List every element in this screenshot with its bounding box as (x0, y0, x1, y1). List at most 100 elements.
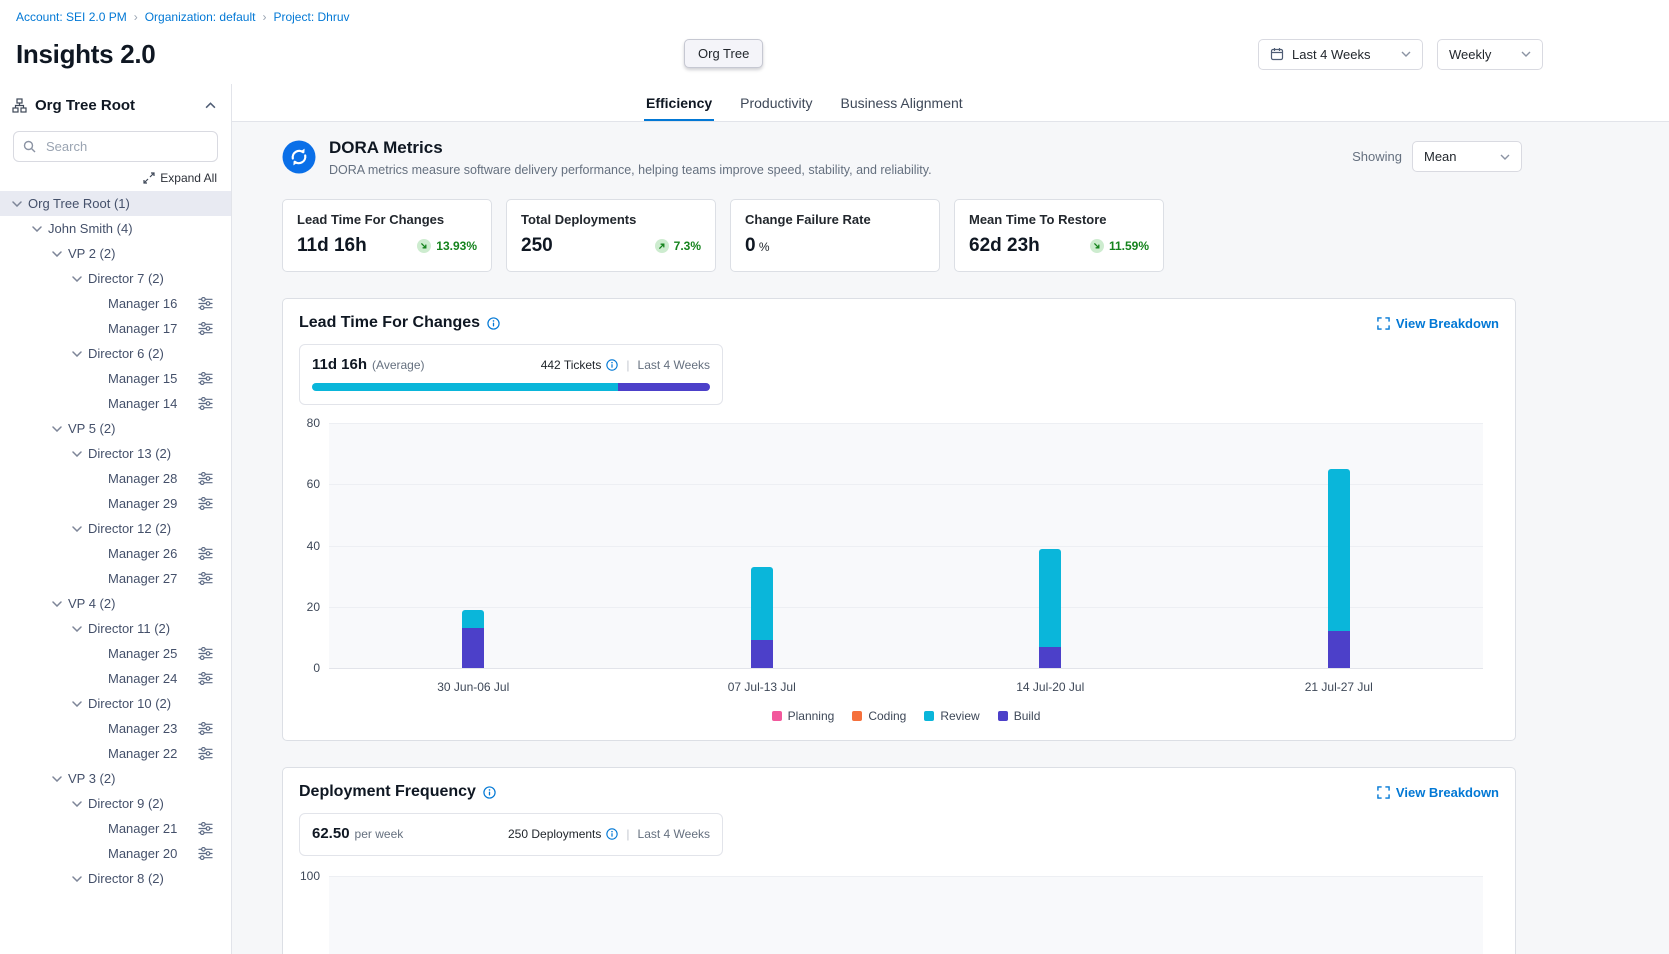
showing-select[interactable]: Mean (1412, 141, 1522, 172)
tree-item-label: Manager 26 (108, 546, 177, 561)
interval-select[interactable]: Weekly (1437, 39, 1543, 70)
tree-item-label: Manager 16 (108, 296, 177, 311)
tab-efficiency[interactable]: Efficiency (644, 84, 714, 121)
bar-30-jun-06-jul[interactable] (329, 423, 618, 668)
breadcrumb-link[interactable]: Project: Dhruv (273, 10, 349, 24)
breadcrumb-separator: › (134, 10, 138, 24)
metric-card-title: Total Deployments (521, 212, 701, 227)
tree-item-vp-5-2[interactable]: VP 5 (2) (0, 416, 231, 441)
bar-14-jul-20-jul[interactable] (906, 423, 1195, 668)
filter-icon[interactable] (198, 822, 213, 835)
tab-business-alignment[interactable]: Business Alignment (839, 84, 965, 121)
search-icon (23, 140, 36, 153)
chevron-down-icon (52, 251, 62, 257)
tree-item-john-smith-4[interactable]: John Smith (4) (0, 216, 231, 241)
tree-item-vp-2-2[interactable]: VP 2 (2) (0, 241, 231, 266)
legend-label: Build (1014, 709, 1041, 723)
tree-item-manager-26[interactable]: Manager 26 (0, 541, 231, 566)
tree-item-manager-17[interactable]: Manager 17 (0, 316, 231, 341)
chevron-down-icon (52, 776, 62, 782)
tree-item-org-tree-root-1[interactable]: Org Tree Root (1) (0, 191, 231, 216)
tree-item-manager-16[interactable]: Manager 16 (0, 291, 231, 316)
title-row: Insights 2.0 Org Tree Last 4 Weeks Weekl… (0, 24, 1669, 84)
info-icon[interactable] (483, 786, 496, 799)
x-tick-label: 30 Jun-06 Jul (329, 680, 618, 694)
breadcrumb-link[interactable]: Organization: default (145, 10, 256, 24)
date-range-select[interactable]: Last 4 Weeks (1258, 39, 1423, 70)
tree-item-director-9-2[interactable]: Director 9 (2) (0, 791, 231, 816)
page-title: Insights 2.0 (16, 39, 155, 70)
sidebar: Org Tree Root Expand All Org Tree Root (… (0, 84, 232, 954)
tree-item-manager-21[interactable]: Manager 21 (0, 816, 231, 841)
tree-item-director-11-2[interactable]: Director 11 (2) (0, 616, 231, 641)
metric-card-title: Change Failure Rate (745, 212, 925, 227)
tree-item-label: Director 8 (2) (88, 871, 164, 886)
tab-productivity[interactable]: Productivity (738, 84, 814, 121)
tree-item-manager-28[interactable]: Manager 28 (0, 466, 231, 491)
metric-card-title: Lead Time For Changes (297, 212, 477, 227)
info-icon[interactable] (606, 828, 618, 840)
filter-icon[interactable] (198, 722, 213, 735)
legend-item-build[interactable]: Build (998, 709, 1041, 723)
bar-21-jul-27-jul[interactable] (1195, 423, 1484, 668)
tree-item-director-8-2[interactable]: Director 8 (2) (0, 866, 231, 891)
bar-segment-build (1328, 631, 1350, 668)
lead-chart-legend: Planning Coding Review Build (329, 709, 1483, 723)
deployment-view-breakdown[interactable]: View Breakdown (1377, 785, 1499, 800)
breadcrumb-link[interactable]: Account: SEI 2.0 PM (16, 10, 127, 24)
filter-icon[interactable] (198, 322, 213, 335)
expand-all-button[interactable]: Expand All (14, 171, 217, 185)
filter-icon[interactable] (198, 472, 213, 485)
legend-item-coding[interactable]: Coding (852, 709, 906, 723)
tree-item-director-7-2[interactable]: Director 7 (2) (0, 266, 231, 291)
filter-icon[interactable] (198, 297, 213, 310)
tree-item-director-12-2[interactable]: Director 12 (2) (0, 516, 231, 541)
search-input[interactable] (13, 131, 218, 162)
summary-count: 442 Tickets (541, 358, 602, 372)
tree-item-manager-24[interactable]: Manager 24 (0, 666, 231, 691)
filter-icon[interactable] (198, 747, 213, 760)
bar-07-jul-13-jul[interactable] (618, 423, 907, 668)
tree-item-label: Director 12 (2) (88, 521, 171, 536)
metric-card-title: Mean Time To Restore (969, 212, 1149, 227)
info-icon[interactable] (487, 317, 500, 330)
tree-item-manager-15[interactable]: Manager 15 (0, 366, 231, 391)
metric-card-value: 62d 23h (969, 235, 1040, 257)
filter-icon[interactable] (198, 547, 213, 560)
legend-item-planning[interactable]: Planning (772, 709, 835, 723)
filter-icon[interactable] (198, 397, 213, 410)
tree-item-manager-14[interactable]: Manager 14 (0, 391, 231, 416)
filter-icon[interactable] (198, 372, 213, 385)
tree-item-vp-4-2[interactable]: VP 4 (2) (0, 591, 231, 616)
tree-item-director-6-2[interactable]: Director 6 (2) (0, 341, 231, 366)
tree-item-vp-3-2[interactable]: VP 3 (2) (0, 766, 231, 791)
bar-segment-review (1039, 549, 1061, 647)
info-icon[interactable] (606, 359, 618, 371)
y-tick-label: 100 (299, 869, 329, 883)
tree-item-director-13-2[interactable]: Director 13 (2) (0, 441, 231, 466)
filter-icon[interactable] (198, 847, 213, 860)
tree-item-manager-22[interactable]: Manager 22 (0, 741, 231, 766)
sidebar-collapse-button[interactable] (202, 99, 219, 112)
lead-time-view-breakdown[interactable]: View Breakdown (1377, 316, 1499, 331)
tree-item-manager-23[interactable]: Manager 23 (0, 716, 231, 741)
tree-item-director-10-2[interactable]: Director 10 (2) (0, 691, 231, 716)
legend-item-review[interactable]: Review (924, 709, 979, 723)
showing-control: Showing Mean (1352, 141, 1522, 172)
filter-icon[interactable] (198, 672, 213, 685)
bar-segment-review (751, 567, 773, 641)
filter-icon[interactable] (198, 647, 213, 660)
tree-item-manager-20[interactable]: Manager 20 (0, 841, 231, 866)
tree-item-label: Director 9 (2) (88, 796, 164, 811)
filter-icon[interactable] (198, 572, 213, 585)
summary-value-label: per week (355, 827, 404, 841)
chevron-up-icon (205, 102, 216, 109)
trend-value: 11.59% (1109, 239, 1149, 253)
tree-item-manager-27[interactable]: Manager 27 (0, 566, 231, 591)
org-tree-button[interactable]: Org Tree (684, 39, 763, 68)
tree-item-manager-25[interactable]: Manager 25 (0, 641, 231, 666)
tree-item-manager-29[interactable]: Manager 29 (0, 491, 231, 516)
filter-icon[interactable] (198, 497, 213, 510)
tree-item-label: Manager 27 (108, 571, 177, 586)
lead-time-panel-header: Lead Time For Changes View Breakdown (299, 314, 1499, 332)
